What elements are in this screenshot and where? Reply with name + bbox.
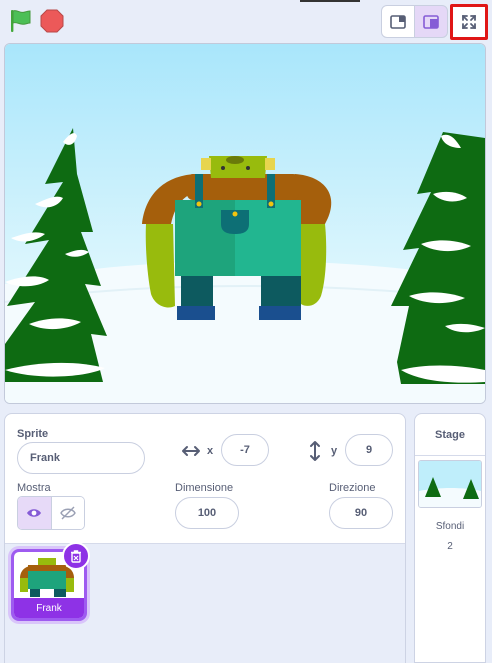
small-stage-button[interactable] xyxy=(381,5,415,38)
direction-label: Direzione xyxy=(329,482,376,494)
y-label: y xyxy=(331,445,338,457)
fullscreen-button[interactable] xyxy=(450,4,488,40)
divider xyxy=(300,0,360,2)
stage-thumbnail[interactable] xyxy=(418,460,482,508)
stop-button[interactable] xyxy=(40,9,64,33)
sprite-info-panel: Sprite Frank x -7 y 9 Mostra Dimensione … xyxy=(4,413,406,663)
green-flag-button[interactable] xyxy=(8,8,34,34)
y-input[interactable]: 9 xyxy=(345,434,393,466)
show-label: Mostra xyxy=(17,482,51,494)
green-flag-icon xyxy=(11,10,31,32)
large-stage-icon xyxy=(423,14,439,29)
direction-input[interactable]: 90 xyxy=(329,497,393,529)
stop-icon xyxy=(40,9,64,33)
stage-canvas[interactable] xyxy=(4,43,486,404)
backdrops-label: Sfondi xyxy=(435,521,465,532)
x-label: x xyxy=(207,445,214,457)
show-sprite-button[interactable] xyxy=(18,497,51,529)
sprite-properties: Sprite Frank x -7 y 9 Mostra Dimensione … xyxy=(5,414,405,544)
delete-sprite-button[interactable] xyxy=(62,542,90,570)
sprite-label: Sprite xyxy=(17,428,49,440)
sprite-name-field[interactable]: Frank xyxy=(17,442,145,474)
trash-icon xyxy=(71,550,81,563)
small-stage-icon xyxy=(390,14,406,29)
x-input[interactable]: -7 xyxy=(221,434,269,466)
hide-sprite-button[interactable] xyxy=(50,497,84,529)
eye-icon xyxy=(27,509,42,517)
sprite-tile-name: Frank xyxy=(14,598,84,618)
size-input[interactable]: 100 xyxy=(175,497,239,529)
horizontal-arrows-icon xyxy=(182,446,200,456)
vertical-arrows-icon xyxy=(310,441,320,461)
size-label: Dimensione xyxy=(175,482,234,494)
visibility-toggle xyxy=(17,496,85,530)
backdrops-count: 2 xyxy=(447,541,453,552)
eye-slash-icon xyxy=(60,506,76,520)
stage-title: Stage xyxy=(415,414,485,456)
fullscreen-icon xyxy=(462,15,476,29)
stage-toolbar xyxy=(0,0,492,42)
stage-selector-panel[interactable]: Stage Sfondi 2 xyxy=(414,413,486,663)
large-stage-button[interactable] xyxy=(414,5,448,38)
